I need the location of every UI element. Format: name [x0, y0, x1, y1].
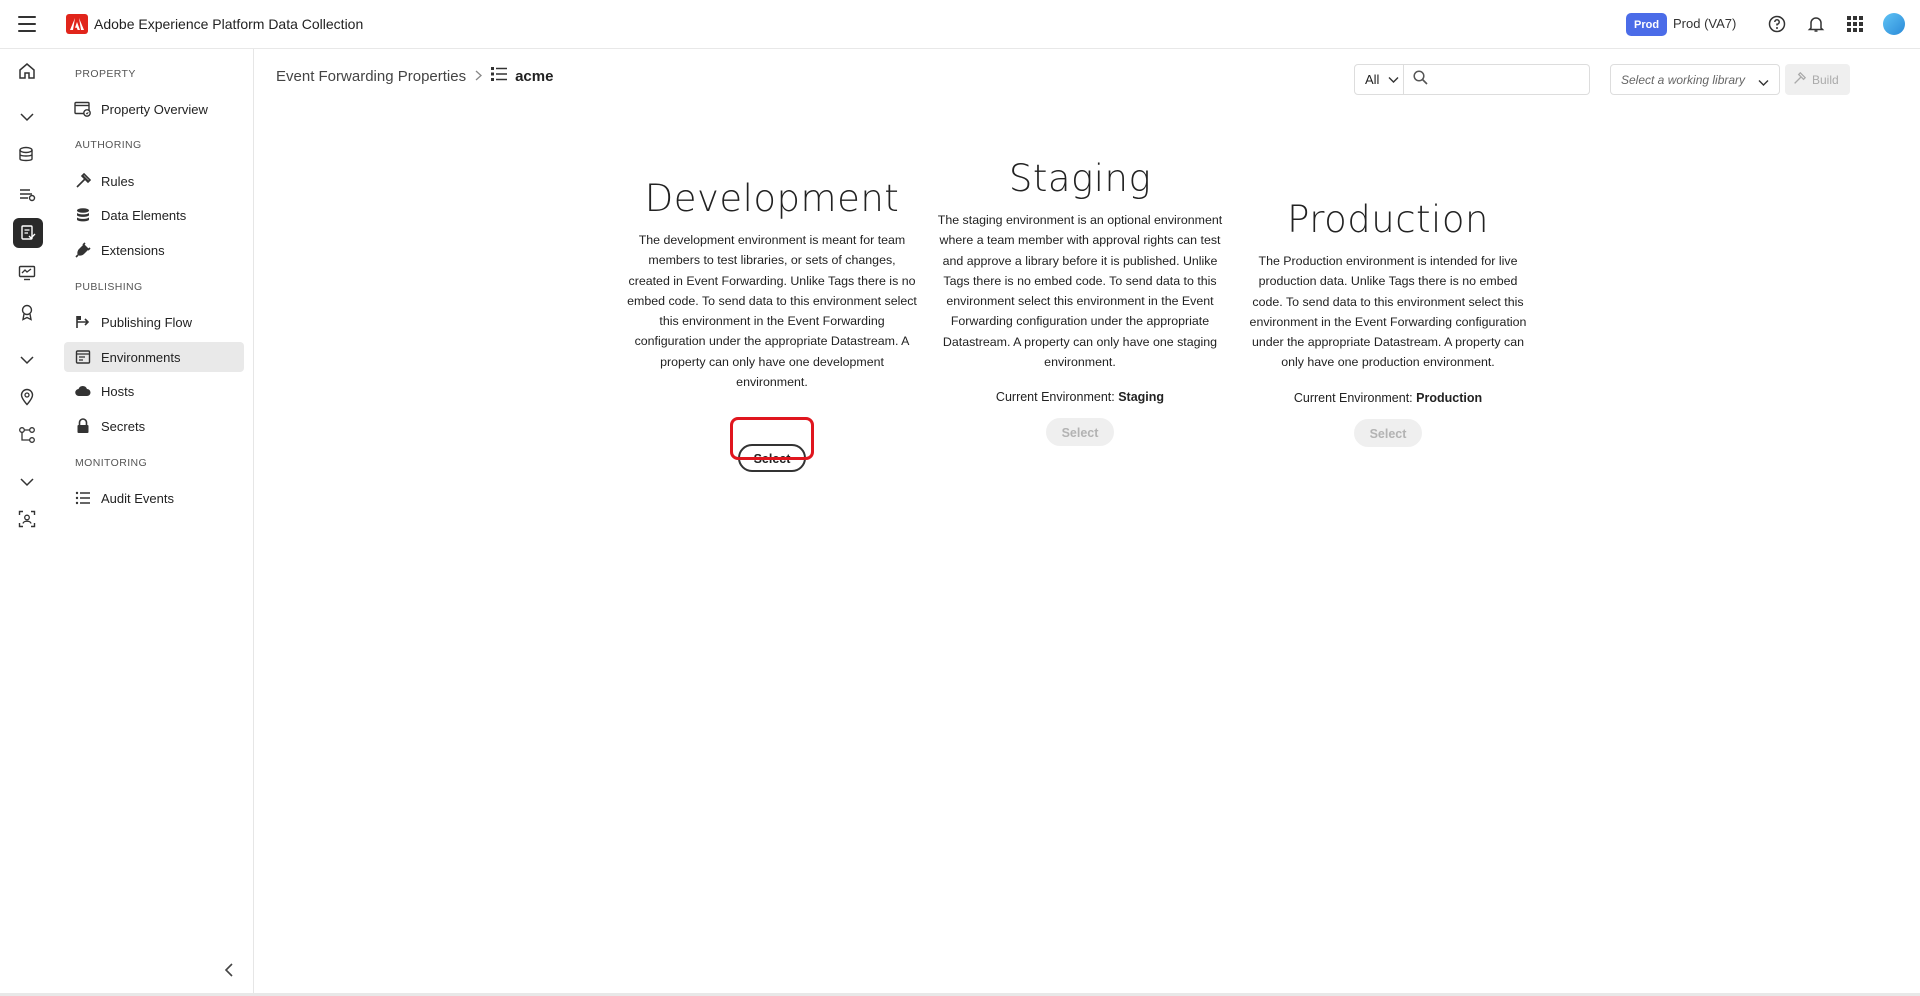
highlight-callout: [730, 417, 814, 460]
sidebar-item-label: Audit Events: [101, 490, 174, 506]
notifications-bell-icon[interactable]: [1805, 13, 1827, 35]
sidebar-item-label: Publishing Flow: [101, 314, 193, 330]
property-overview-icon: [74, 100, 92, 118]
sidebar-item-rules[interactable]: Rules: [64, 166, 244, 196]
main-content: Event Forwarding Properties acme All Sel…: [255, 49, 1920, 996]
environment-title: Staging: [1008, 157, 1152, 200]
database-icon[interactable]: [15, 143, 39, 167]
icon-rail: [0, 49, 54, 996]
data-flow-icon[interactable]: [15, 182, 39, 206]
environment-badge[interactable]: Prod: [1626, 13, 1668, 36]
select-production-button[interactable]: Select: [1354, 418, 1422, 447]
chevron-down-icon: [1388, 72, 1399, 87]
build-label: Build: [1812, 72, 1839, 87]
current-environment-value: Staging: [1118, 390, 1165, 405]
chevron-down-icon[interactable]: [15, 105, 39, 129]
rules-hammer-icon: [74, 172, 92, 190]
environment-description: The Production environment is intended f…: [1249, 254, 1527, 370]
working-library-select[interactable]: Select a working library: [1610, 64, 1780, 95]
breadcrumb-parent-link[interactable]: Event Forwarding Properties: [276, 68, 466, 85]
chevron-down-icon[interactable]: [15, 470, 39, 494]
environment-switcher[interactable]: Prod (VA7): [1673, 16, 1736, 31]
sidebar-item-audit-events[interactable]: Audit Events: [64, 483, 244, 513]
sidebar-item-label: Property Overview: [101, 101, 208, 117]
breadcrumb-chevron-right-icon: [475, 69, 483, 84]
collapse-sidebar-chevron-left-icon[interactable]: [224, 963, 234, 982]
sidebar-item-publishing-flow[interactable]: Publishing Flow: [64, 307, 244, 337]
environment-description: The development environment is meant for…: [627, 233, 917, 390]
sidebar-item-label: Extensions: [101, 242, 165, 258]
adobe-logo-icon: [66, 14, 88, 34]
home-icon[interactable]: [15, 59, 39, 83]
identity-scan-icon[interactable]: [15, 507, 39, 531]
sidebar-item-hosts[interactable]: Hosts: [64, 376, 244, 406]
current-environment-label: Current Environment:: [1293, 390, 1413, 405]
list-icon: [74, 489, 92, 507]
sidebar-item-data-elements[interactable]: Data Elements: [64, 200, 244, 230]
lock-icon: [74, 417, 92, 435]
search-filter-select[interactable]: All: [1354, 64, 1404, 95]
plug-icon: [74, 241, 92, 259]
section-label-monitoring: MONITORING: [75, 457, 148, 469]
environment-description: The staging environment is an optional e…: [937, 213, 1223, 370]
sidebar-item-label: Environments: [101, 349, 181, 365]
sidebar-item-property-overview[interactable]: Property Overview: [64, 94, 244, 124]
sidebar-item-label: Rules: [101, 173, 135, 189]
search-icon: [1413, 69, 1428, 90]
menu-icon[interactable]: [18, 16, 36, 32]
cloud-icon: [74, 382, 92, 400]
sidebar-item-secrets[interactable]: Secrets: [64, 411, 244, 441]
current-environment: Current Environment: Staging: [935, 390, 1225, 404]
workflow-icon[interactable]: [15, 423, 39, 447]
filter-value: All: [1365, 72, 1380, 87]
badge-icon[interactable]: [15, 300, 39, 324]
environments-icon: [74, 348, 92, 366]
top-bar: Adobe Experience Platform Data Collectio…: [0, 0, 1920, 49]
tags-properties-icon[interactable]: [13, 218, 43, 248]
section-label-authoring: AUTHORING: [75, 139, 142, 151]
database-icon: [74, 206, 92, 224]
current-environment: Current Environment: Production: [1243, 391, 1533, 405]
environment-title: Development: [644, 177, 900, 220]
environment-title: Production: [1287, 198, 1489, 241]
apps-grid-icon[interactable]: [1844, 13, 1866, 35]
sidebar-item-label: Hosts: [101, 383, 135, 399]
environment-card-staging: Staging The staging environment is an op…: [935, 157, 1225, 447]
chevron-down-icon[interactable]: [15, 348, 39, 372]
section-label-property: PROPERTY: [75, 68, 136, 80]
sidebar-item-extensions[interactable]: Extensions: [64, 235, 244, 265]
current-environment-value: Production: [1416, 390, 1483, 405]
location-pin-icon[interactable]: [15, 385, 39, 409]
select-staging-button[interactable]: Select: [1046, 418, 1114, 447]
app-title: Adobe Experience Platform Data Collectio…: [94, 16, 364, 32]
breadcrumb: Event Forwarding Properties acme: [276, 67, 553, 85]
search-field[interactable]: [1403, 64, 1590, 95]
current-environment-label: Current Environment:: [995, 390, 1115, 405]
section-label-publishing: PUBLISHING: [75, 281, 143, 293]
publishing-flow-icon: [74, 313, 92, 331]
monitoring-icon[interactable]: [15, 261, 39, 285]
sidebar-item-label: Data Elements: [101, 207, 187, 223]
sidebar-item-label: Secrets: [101, 418, 146, 434]
chevron-down-icon: [1758, 76, 1769, 90]
property-side-nav: PROPERTY Property Overview AUTHORING Rul…: [54, 49, 254, 996]
environment-card-production: Production The Production environment is…: [1243, 198, 1533, 447]
working-library-placeholder: Select a working library: [1621, 72, 1746, 87]
property-list-icon: [491, 67, 508, 85]
search-input[interactable]: [1434, 71, 1584, 88]
sidebar-item-environments[interactable]: Environments: [64, 342, 244, 372]
build-button[interactable]: Build: [1785, 64, 1850, 95]
user-avatar[interactable]: [1883, 13, 1905, 35]
build-hammer-icon: [1793, 71, 1807, 88]
help-icon[interactable]: [1766, 13, 1788, 35]
breadcrumb-current: acme: [515, 67, 554, 85]
